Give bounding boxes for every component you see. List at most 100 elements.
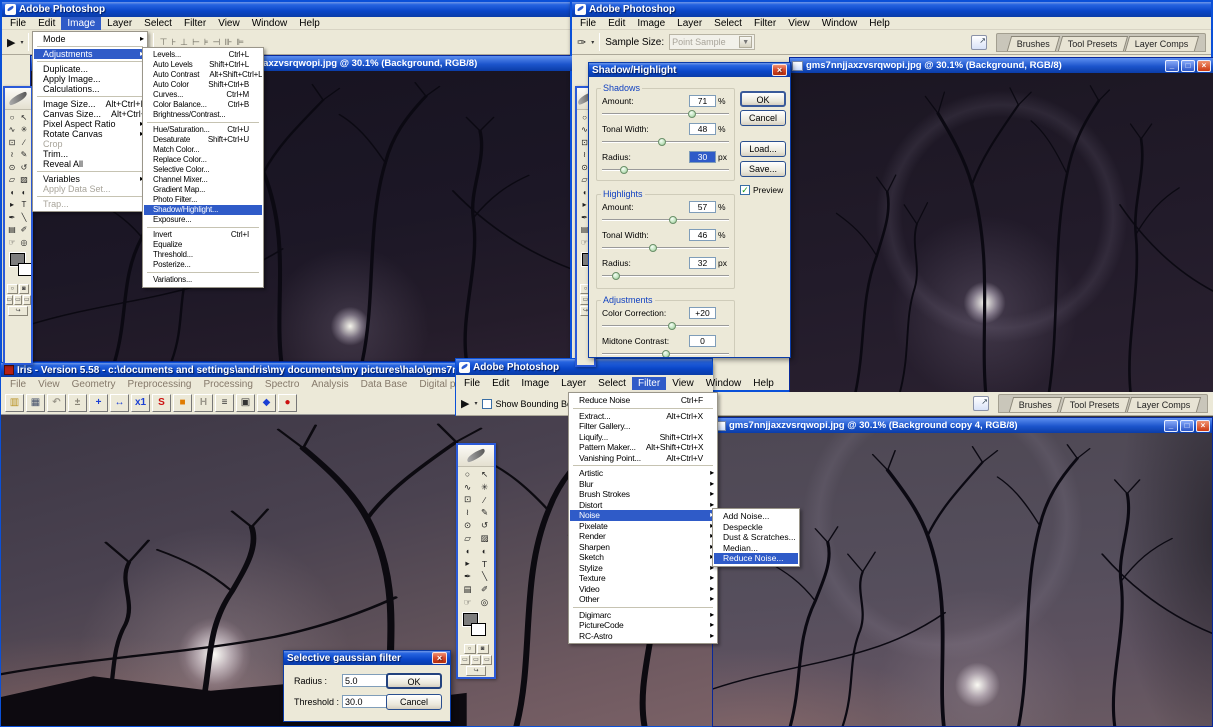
menu-item[interactable]: Invert Ctrl+I xyxy=(144,230,262,240)
canvas-image[interactable] xyxy=(790,73,1213,392)
dodge-tool-icon[interactable]: ◐ xyxy=(476,545,493,558)
notes-tool-icon[interactable]: ▤ xyxy=(6,224,18,237)
menu-item[interactable]: Filter xyxy=(178,17,212,30)
palette-tab-tool-presets[interactable]: Tool Presets xyxy=(1058,36,1128,51)
center-icon[interactable]: ↔ xyxy=(110,394,129,412)
open-icon[interactable]: ▥ xyxy=(5,394,24,412)
full-screen-menu-icon[interactable]: ▭ xyxy=(471,655,481,665)
crop-tool-icon[interactable]: ⊡ xyxy=(459,494,476,507)
show-bounding-box-checkbox[interactable]: ✓ xyxy=(482,399,492,409)
blur-tool-icon[interactable]: ◖ xyxy=(459,545,476,558)
slider[interactable] xyxy=(602,109,729,119)
move-tool-icon[interactable]: ↖ xyxy=(476,468,493,481)
pen-tool-icon[interactable]: ✒ xyxy=(6,211,18,224)
ok-button[interactable]: OK xyxy=(740,91,786,107)
menu-item[interactable]: View xyxy=(666,377,700,390)
line-tool-icon[interactable]: ╲ xyxy=(476,570,493,583)
menu-item[interactable]: Texture xyxy=(570,573,716,584)
stretch-s-icon[interactable]: S xyxy=(152,394,171,412)
maximize-button[interactable]: □ xyxy=(1180,420,1194,432)
menu-item[interactable]: Curves... Ctrl+M xyxy=(144,90,262,100)
zoom-tool-icon[interactable]: ◎ xyxy=(476,596,493,609)
menu-item[interactable]: Add Noise... xyxy=(714,511,798,522)
elliptical-marquee-tool-icon[interactable]: ○ xyxy=(459,468,476,481)
menu-item[interactable]: Help xyxy=(747,377,780,390)
menu-item[interactable]: Adjustments xyxy=(34,49,146,59)
align-right-icon[interactable]: ⊣ xyxy=(211,37,221,48)
iris-menu-file[interactable]: File xyxy=(4,378,32,391)
menu-item[interactable]: File xyxy=(574,17,602,30)
menu-item[interactable]: PictureCode xyxy=(570,620,716,631)
menu-item[interactable]: Layer xyxy=(555,377,592,390)
healing-brush-tool-icon[interactable]: ≀ xyxy=(6,149,18,162)
align-vertical-center-icon[interactable]: ⊦ xyxy=(170,37,177,48)
menu-item[interactable]: Edit xyxy=(602,17,631,30)
pen-tool-icon[interactable]: ✒ xyxy=(459,570,476,583)
menu-item[interactable]: Crop xyxy=(34,139,146,149)
history-brush-tool-icon[interactable]: ↺ xyxy=(18,161,30,174)
iris-menu-analysis[interactable]: Analysis xyxy=(305,378,354,391)
palette-tab-layer-comps[interactable]: Layer Comps xyxy=(1125,36,1199,51)
ok-button[interactable]: OK xyxy=(386,673,442,689)
save-icon[interactable]: ▦ xyxy=(26,394,45,412)
eraser-tool-icon[interactable]: ▱ xyxy=(6,174,18,187)
standard-mode-icon[interactable]: ○ xyxy=(464,644,476,654)
menu-item[interactable]: Other xyxy=(570,594,716,605)
menu-item[interactable]: Despeckle xyxy=(714,522,798,533)
menu-item[interactable]: Variables xyxy=(34,174,146,184)
menu-item[interactable]: Distort xyxy=(570,500,716,511)
menu-item[interactable]: Window xyxy=(700,377,748,390)
menu-item[interactable]: Stylize xyxy=(570,563,716,574)
healing-brush-tool-icon[interactable]: ≀ xyxy=(459,506,476,519)
menu-item[interactable]: File xyxy=(458,377,486,390)
value-field[interactable]: 32 xyxy=(689,257,716,269)
slider-thumb[interactable] xyxy=(669,216,677,224)
notes-tool-icon[interactable]: ▤ xyxy=(459,583,476,596)
value-field[interactable]: 48 xyxy=(689,123,716,135)
menu-item[interactable]: Select xyxy=(592,377,632,390)
menu-item[interactable]: Gradient Map... xyxy=(144,185,262,195)
preview-checkbox[interactable]: ✓ xyxy=(740,185,750,195)
toolbox-header[interactable] xyxy=(458,445,494,467)
close-icon[interactable]: × xyxy=(772,64,787,76)
menu-item[interactable]: Pixelate xyxy=(570,521,716,532)
iris-menu-geometry[interactable]: Geometry xyxy=(66,378,122,391)
slider[interactable] xyxy=(602,243,729,253)
menu-item[interactable]: Variations... xyxy=(144,275,262,285)
magic-wand-tool-icon[interactable]: ✳ xyxy=(476,481,493,494)
slider-thumb[interactable] xyxy=(649,244,657,252)
menu-item[interactable]: View xyxy=(782,17,816,30)
menu-item[interactable]: Window xyxy=(246,17,294,30)
full-screen-menu-icon[interactable]: ▭ xyxy=(14,295,22,305)
menu-item[interactable]: Filter xyxy=(748,17,782,30)
menu-item[interactable]: Apply Data Set... xyxy=(34,184,146,194)
menu-item[interactable]: Select xyxy=(138,17,178,30)
full-screen-icon[interactable]: ▭ xyxy=(482,655,492,665)
palette-tab-brushes[interactable]: Brushes xyxy=(1009,397,1062,412)
background-color-swatch[interactable] xyxy=(471,623,486,636)
menu-item[interactable]: Brush Strokes xyxy=(570,489,716,500)
tool-preset-arrow-icon[interactable]: ▾ xyxy=(591,39,594,46)
align-left-icon[interactable]: ⊢ xyxy=(191,37,201,48)
value-field[interactable]: 30 xyxy=(689,151,716,163)
menu-item[interactable]: Reduce Noise... xyxy=(714,553,798,564)
menu-item[interactable]: Posterize... xyxy=(144,260,262,270)
command-list-icon[interactable]: ≡ xyxy=(215,394,234,412)
iris-menu-processing[interactable]: Processing xyxy=(197,378,258,391)
slider[interactable] xyxy=(602,165,729,175)
menu-item[interactable]: Photo Filter... xyxy=(144,195,262,205)
menu-item[interactable]: Auto Color Shift+Ctrl+B xyxy=(144,80,262,90)
menu-item[interactable]: Shadow/Highlight... xyxy=(144,205,262,215)
slider-thumb[interactable] xyxy=(658,138,666,146)
dodge-tool-icon[interactable]: ◐ xyxy=(18,186,30,199)
crop-tool-icon[interactable]: ⊡ xyxy=(6,136,18,149)
dialog-title-bar[interactable]: Selective gaussian filter × xyxy=(284,651,450,665)
zoom-tool-icon[interactable]: ◎ xyxy=(18,236,30,249)
menu-item[interactable]: Calculations... xyxy=(34,84,146,94)
iris-menu-preprocessing[interactable]: Preprocessing xyxy=(122,378,198,391)
cancel-button[interactable]: Cancel xyxy=(740,110,786,126)
bridge-icon[interactable] xyxy=(973,396,989,411)
elliptical-marquee-tool-icon[interactable]: ○ xyxy=(6,111,18,124)
value-field[interactable]: 0 xyxy=(689,335,716,347)
distribute-vertical-icon[interactable]: ⊫ xyxy=(235,37,245,48)
